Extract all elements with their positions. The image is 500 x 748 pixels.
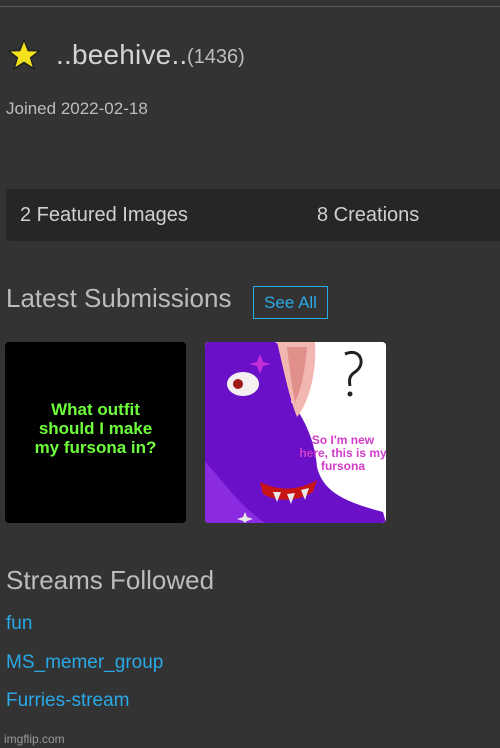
- streams-followed-heading: Streams Followed: [6, 565, 215, 595]
- submission-thumbnail[interactable]: What outfit should I make my fursona in?: [5, 342, 186, 523]
- see-all-button[interactable]: See All: [253, 286, 328, 319]
- imgflip-watermark: imgflip.com: [4, 732, 65, 746]
- submission-caption: So I'm new here, this is my fursona: [299, 433, 386, 473]
- stream-link-furries-stream[interactable]: Furries-stream: [6, 690, 130, 712]
- submission-caption: What outfit should I make my fursona in?: [34, 400, 157, 457]
- submission-thumbnail[interactable]: So I'm new here, this is my fursona: [205, 342, 386, 523]
- star-icon: [7, 38, 41, 71]
- creations-link[interactable]: 8 Creations: [317, 204, 419, 227]
- latest-submissions-heading: Latest Submissions: [6, 283, 232, 313]
- stats-bar: 2 Featured Images 8 Creations: [6, 189, 500, 241]
- stream-link-ms-memer-group[interactable]: MS_memer_group: [6, 652, 163, 674]
- featured-images-link[interactable]: 2 Featured Images: [20, 204, 188, 227]
- stream-link-fun[interactable]: fun: [6, 613, 32, 635]
- joined-date: Joined 2022-02-18: [6, 99, 148, 118]
- top-divider: [0, 6, 500, 7]
- username-link[interactable]: ..beehive..: [56, 39, 187, 71]
- points-count: (1436): [187, 46, 245, 68]
